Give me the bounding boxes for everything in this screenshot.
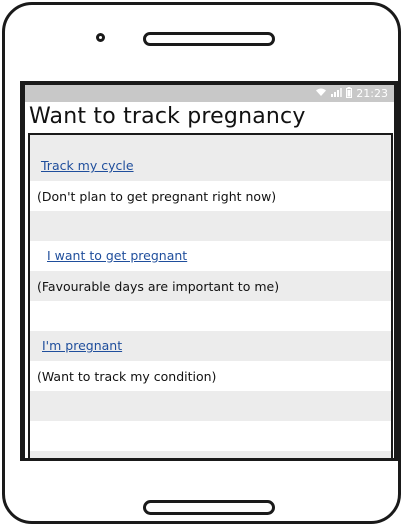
phone-frame: 21:23 Want to track pregnancy Track my c… [2,2,401,524]
want-to-get-pregnant-link[interactable]: I want to get pregnant [47,248,187,263]
list-row-spacer [30,135,391,151]
battery-icon [346,86,353,101]
list-row-spacer [30,211,391,241]
list-row-spacer [30,421,391,451]
wifi-icon [315,87,327,100]
page-title: Want to track pregnancy [29,104,306,129]
status-time: 21:23 [356,87,388,100]
list-row-spacer [30,391,391,421]
status-icons: 21:23 [315,86,388,101]
option-description: (Favourable days are important to me) [37,279,280,294]
phone-screen: 21:23 Want to track pregnancy Track my c… [20,81,398,461]
list-item: Track my cycle [30,151,391,181]
track-my-cycle-link[interactable]: Track my cycle [41,158,134,173]
list-item: I want to get pregnant [30,241,391,271]
list-row-spacer [30,301,391,331]
signal-icon [331,87,343,100]
option-description: (Want to track my condition) [37,369,217,384]
list-item: (Favourable days are important to me) [30,271,391,301]
option-description: (Don't plan to get pregnant right now) [37,189,277,204]
home-button[interactable] [143,500,275,515]
list-item: I'm pregnant [30,331,391,361]
list-item: (Want to track my condition) [30,361,391,391]
list-item: (Don't plan to get pregnant right now) [30,181,391,211]
im-pregnant-link[interactable]: I'm pregnant [42,338,122,353]
speaker-grille [143,32,275,46]
status-bar: 21:23 [25,85,394,102]
option-list: Track my cycle (Don't plan to get pregna… [28,133,393,458]
list-row-spacer [30,451,391,458]
camera-icon [96,33,105,42]
